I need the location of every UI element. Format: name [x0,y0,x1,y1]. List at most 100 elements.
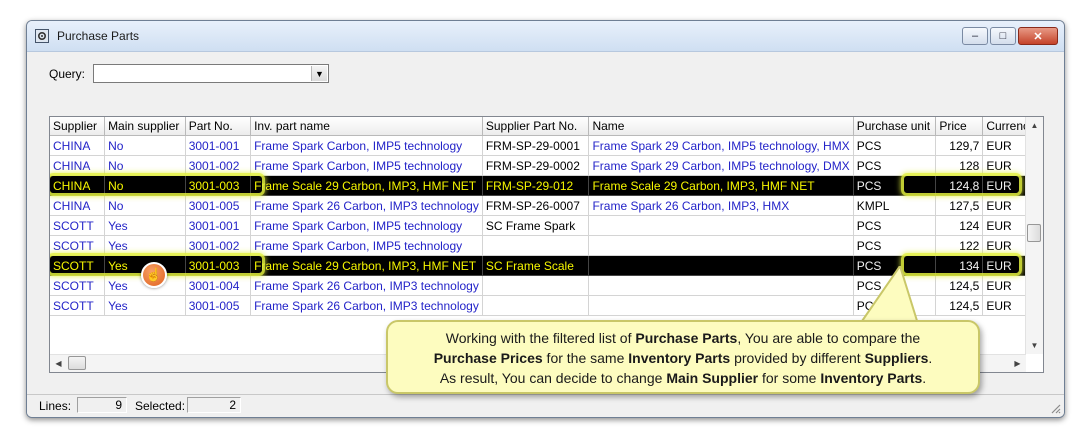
part-no-cell[interactable]: 3001-003 [185,255,252,276]
vertical-scroll-thumb[interactable] [1027,224,1041,242]
main-supplier-cell[interactable]: Yes [104,295,186,316]
supplier-cell[interactable]: SCOTT [50,275,106,296]
price-cell[interactable]: 129,7 [935,135,984,156]
horizontal-scroll-thumb[interactable] [68,356,86,370]
query-dropdown[interactable]: ▼ [93,64,329,83]
inv-part-name-cell[interactable]: Frame Scale 29 Carbon, IMP3, HMF NET [250,175,483,196]
scroll-left-icon[interactable]: ◀ [50,355,67,372]
title-bar[interactable]: Purchase Parts – □ ✕ [27,21,1064,52]
purchase-unit-cell[interactable]: KMPL [853,195,937,216]
part-no-cell[interactable]: 3001-003 [185,175,252,196]
supplier-part-no-cell[interactable]: SC Frame Spark [482,215,590,236]
supplier-cell[interactable]: CHINA [50,155,106,176]
name-cell[interactable] [588,215,854,236]
supplier-cell[interactable]: CHINA [50,175,106,196]
table-row[interactable]: CHINA No 3001-002 Frame Spark Carbon, IMP5 … [50,155,1043,176]
inv-part-name-cell[interactable]: Frame Spark Carbon, IMP5 technology [250,235,483,256]
name-cell[interactable]: Frame Spark 29 Carbon, IMP5 technology, … [588,155,854,176]
part-no-cell[interactable]: 3001-001 [185,215,252,236]
main-supplier-cell[interactable]: No [104,195,186,216]
price-cell[interactable]: 124 [935,215,984,236]
part-no-cell[interactable]: 3001-004 [185,275,252,296]
main-supplier-cell[interactable]: Yes [104,235,186,256]
inv-part-name-cell[interactable]: Frame Scale 29 Carbon, IMP3, HMF NET [250,255,483,276]
part-no-cell[interactable]: 3001-002 [185,235,252,256]
chevron-down-icon[interactable]: ▼ [311,66,327,81]
part-no-cell[interactable]: 3001-001 [185,135,252,156]
column-header[interactable]: Supplier Part No. [482,117,590,136]
main-supplier-cell[interactable]: No [104,175,186,196]
maximize-button[interactable]: □ [990,27,1016,45]
name-cell[interactable] [588,255,854,276]
price-cell[interactable]: 124,8 [935,175,984,196]
supplier-part-no-cell[interactable]: SC Frame Scale [482,255,590,276]
minimize-button[interactable]: – [962,27,988,45]
purchase-unit-cell[interactable]: PCS [853,135,937,156]
inv-part-name-cell[interactable]: Frame Spark 26 Carbon, IMP3 technology [250,195,483,216]
vertical-scrollbar[interactable]: ▲ ▼ [1025,117,1043,354]
main-supplier-cell[interactable]: No [104,155,186,176]
main-supplier-cell[interactable]: No [104,135,186,156]
supplier-part-no-cell[interactable]: FRM-SP-29-012 [482,175,590,196]
purchase-unit-cell[interactable]: PCS [853,155,937,176]
table-row[interactable]: SCOTT Yes 3001-001 Frame Spark Carbon, IMP5… [50,215,1043,236]
supplier-cell[interactable]: CHINA [50,135,106,156]
supplier-cell[interactable]: SCOTT [50,235,106,256]
inv-part-name-cell[interactable]: Frame Spark Carbon, IMP5 technology [250,135,483,156]
close-button[interactable]: ✕ [1018,27,1058,45]
supplier-part-no-cell[interactable]: FRM-SP-29-0002 [482,155,590,176]
selected-label: Selected: [135,399,186,413]
scroll-down-icon[interactable]: ▼ [1026,337,1043,354]
column-header[interactable]: Part No. [185,117,252,136]
column-header[interactable]: Price [935,117,984,136]
part-no-cell[interactable]: 3001-002 [185,155,252,176]
inv-part-name-cell[interactable]: Frame Spark 26 Carbon, IMP3 technology [250,295,483,316]
inv-part-name-cell[interactable]: Frame Spark Carbon, IMP5 technology [250,155,483,176]
price-cell[interactable]: 127,5 [935,195,984,216]
column-header[interactable]: Supplier [50,117,106,136]
callout-text: for the same [542,350,629,366]
supplier-cell[interactable]: SCOTT [50,215,106,236]
resize-grip-icon[interactable] [1049,402,1061,414]
name-cell[interactable]: Frame Scale 29 Carbon, IMP3, HMF NET [588,175,854,196]
name-cell[interactable] [588,235,854,256]
callout-text: provided by different [730,350,865,366]
part-no-cell[interactable]: 3001-005 [185,195,252,216]
table-row[interactable]: CHINA No 3001-003 Frame Scale 29 Carbon, IM… [50,175,1043,196]
column-header[interactable]: Purchase unit [853,117,937,136]
supplier-part-no-cell[interactable]: FRM-SP-29-0001 [482,135,590,156]
table-row[interactable]: SCOTT Yes 3001-002 Frame Spark Carbon, IMP5… [50,235,1043,256]
supplier-cell[interactable]: SCOTT [50,255,106,276]
column-header[interactable]: Main supplier [104,117,186,136]
status-bar: Lines: 9 Selected: 2 [27,394,1064,417]
name-cell[interactable] [588,295,854,316]
callout-text: Working with the filtered list of [445,330,636,346]
callout-text: , You are able to compare the [737,330,921,346]
scroll-right-icon[interactable]: ▶ [1009,355,1026,372]
column-header[interactable]: Inv. part name [250,117,483,136]
supplier-part-no-cell[interactable]: FRM-SP-26-0007 [482,195,590,216]
table-row[interactable]: CHINA No 3001-001 Frame Spark Carbon, IMP5 … [50,135,1043,156]
price-cell[interactable]: 122 [935,235,984,256]
inv-part-name-cell[interactable]: Frame Spark Carbon, IMP5 technology [250,215,483,236]
supplier-cell[interactable]: SCOTT [50,295,106,316]
price-cell[interactable]: 128 [935,155,984,176]
supplier-part-no-cell[interactable] [482,235,590,256]
purchase-unit-cell[interactable]: PCS [853,235,937,256]
purchase-unit-cell[interactable]: PCS [853,215,937,236]
column-header[interactable]: Name [588,117,854,136]
scroll-up-icon[interactable]: ▲ [1026,117,1043,134]
name-cell[interactable]: Frame Spark 26 Carbon, IMP3, HMX [588,195,854,216]
supplier-part-no-cell[interactable] [482,275,590,296]
purchase-unit-cell[interactable]: PCS [853,175,937,196]
name-cell[interactable] [588,275,854,296]
hand-pointer-icon: ☝ [141,262,167,288]
main-supplier-cell[interactable]: Yes [104,215,186,236]
supplier-cell[interactable]: CHINA [50,195,106,216]
name-cell[interactable]: Frame Spark 29 Carbon, IMP5 technology, … [588,135,854,156]
part-no-cell[interactable]: 3001-005 [185,295,252,316]
supplier-part-no-cell[interactable] [482,295,590,316]
table-row[interactable]: CHINA No 3001-005 Frame Spark 26 Carbon, IM… [50,195,1043,216]
inv-part-name-cell[interactable]: Frame Spark 26 Carbon, IMP3 technology [250,275,483,296]
callout-text: Inventory Parts [628,350,731,366]
